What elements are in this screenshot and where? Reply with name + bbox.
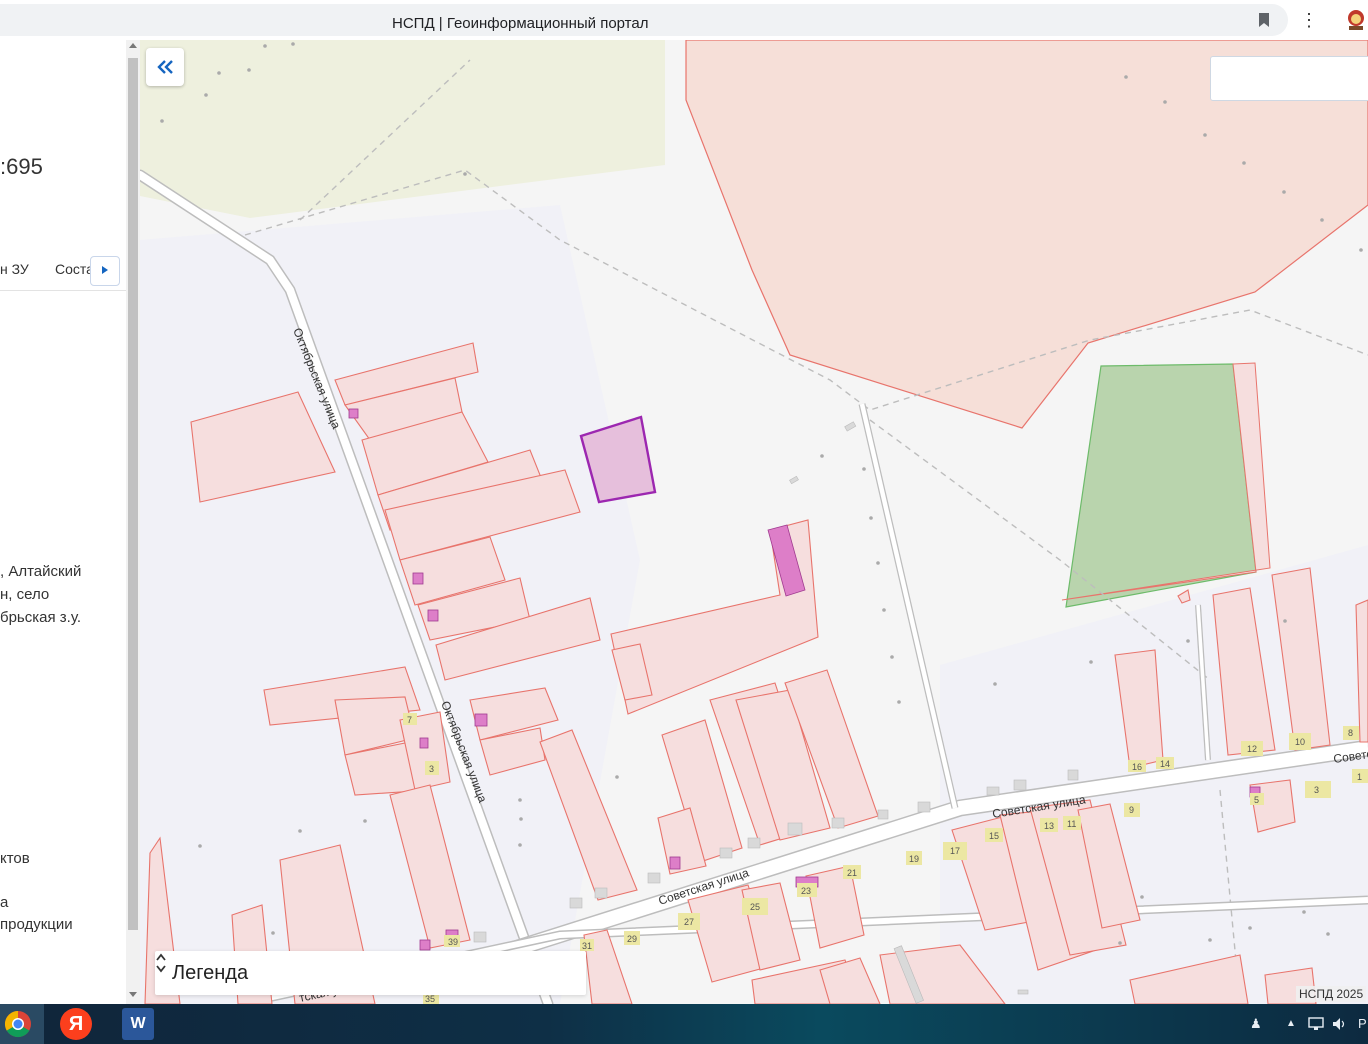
house-number: 13 xyxy=(1044,821,1054,831)
chrome-icon[interactable] xyxy=(2,1008,34,1040)
page-title: НСПД | Геоинформационный портал xyxy=(392,15,649,32)
building xyxy=(474,713,488,727)
house-number: 11 xyxy=(1067,819,1076,829)
scroll-up-arrow-icon[interactable] xyxy=(129,43,137,48)
house-number: 8 xyxy=(1348,728,1353,738)
map-search-input[interactable] xyxy=(1210,56,1368,101)
house-number: 3 xyxy=(429,764,434,774)
green-zone xyxy=(1065,363,1257,608)
collapse-panel-button[interactable] xyxy=(146,48,184,86)
building xyxy=(348,408,359,419)
tabs-scroll-right-button[interactable] xyxy=(90,256,120,286)
tray-expand-icon[interactable]: ▲ xyxy=(1286,1018,1296,1029)
house-number: 35 xyxy=(425,994,435,1004)
map-attribution: НСПД 2025 xyxy=(1296,986,1367,1002)
bookmark-icon[interactable] xyxy=(1257,12,1271,28)
house-number: 10 xyxy=(1295,737,1305,747)
extension-icon[interactable] xyxy=(1345,8,1368,32)
network-icon[interactable] xyxy=(1308,1017,1324,1031)
browser-titlebar: НСПД | Геоинформационный портал ⋮ xyxy=(0,0,1368,40)
house-number: 15 xyxy=(989,831,999,841)
house-number: 31 xyxy=(582,941,592,951)
word-icon[interactable]: W xyxy=(122,1008,154,1040)
permitted-use-value: ктов а продукции xyxy=(0,850,73,933)
house-number: 14 xyxy=(1160,759,1170,769)
house-number: 12 xyxy=(1247,744,1257,754)
cadastral-number: :695 xyxy=(0,154,43,179)
building xyxy=(419,737,429,749)
building xyxy=(427,609,439,622)
house-number: 9 xyxy=(1129,805,1134,815)
house-number: 16 xyxy=(1132,762,1142,772)
house-number: 17 xyxy=(950,846,960,856)
road-side xyxy=(859,403,958,809)
house-number: 19 xyxy=(909,854,919,864)
field-zone xyxy=(140,40,665,218)
address-bar[interactable]: НСПД | Геоинформационный портал xyxy=(0,4,1288,36)
building xyxy=(412,572,424,585)
chevron-right-icon xyxy=(102,266,108,274)
scroll-down-arrow-icon[interactable] xyxy=(129,992,137,997)
house-number: 23 xyxy=(801,886,811,896)
kebab-menu-icon[interactable]: ⋮ xyxy=(1300,10,1318,31)
house-number: 39 xyxy=(448,937,458,947)
volume-icon[interactable] xyxy=(1332,1017,1348,1031)
yandex-icon[interactable]: Я xyxy=(60,1008,92,1040)
house-number: 27 xyxy=(684,917,694,927)
residential-zone-left xyxy=(140,205,640,1004)
expand-collapse-icon[interactable] xyxy=(155,951,167,975)
scroll-thumb[interactable] xyxy=(128,58,138,930)
address-value: , Алтайский н, село брьская з.у. xyxy=(0,563,82,626)
house-number: 1 xyxy=(1357,772,1362,782)
house-number: 5 xyxy=(1254,795,1259,805)
house-number: 29 xyxy=(627,934,637,944)
panel-scrollbar[interactable] xyxy=(126,40,140,1004)
tabs-divider xyxy=(0,290,126,291)
double-chevron-left-icon xyxy=(157,60,173,74)
house-number: 3 xyxy=(1314,785,1319,795)
house-number: 7 xyxy=(407,715,412,725)
people-icon[interactable]: ♟ xyxy=(1250,1016,1262,1032)
house-number: 21 xyxy=(847,868,857,878)
tab-land-plot[interactable]: н ЗУ xyxy=(0,261,29,277)
object-info-panel: :695 н ЗУ Соста , Алтайский н, село брьска… xyxy=(0,40,126,1004)
legend-label: Легенда xyxy=(172,962,249,984)
house-number: 25 xyxy=(750,902,760,912)
language-indicator[interactable]: Р xyxy=(1358,1016,1367,1031)
tab-composition[interactable]: Соста xyxy=(55,261,94,277)
windows-taskbar: Я W ♟ ▲ Р xyxy=(0,1004,1368,1044)
legend-panel[interactable]: Легенда xyxy=(155,951,586,995)
map-canvas[interactable]: 7 3 35 31 29 27 25 23 21 19 17 15 13 11 … xyxy=(140,40,1368,1004)
building xyxy=(669,856,681,870)
cadastral-map[interactable]: 7 3 35 31 29 27 25 23 21 19 17 15 13 11 … xyxy=(140,40,1368,1004)
building xyxy=(419,939,431,951)
